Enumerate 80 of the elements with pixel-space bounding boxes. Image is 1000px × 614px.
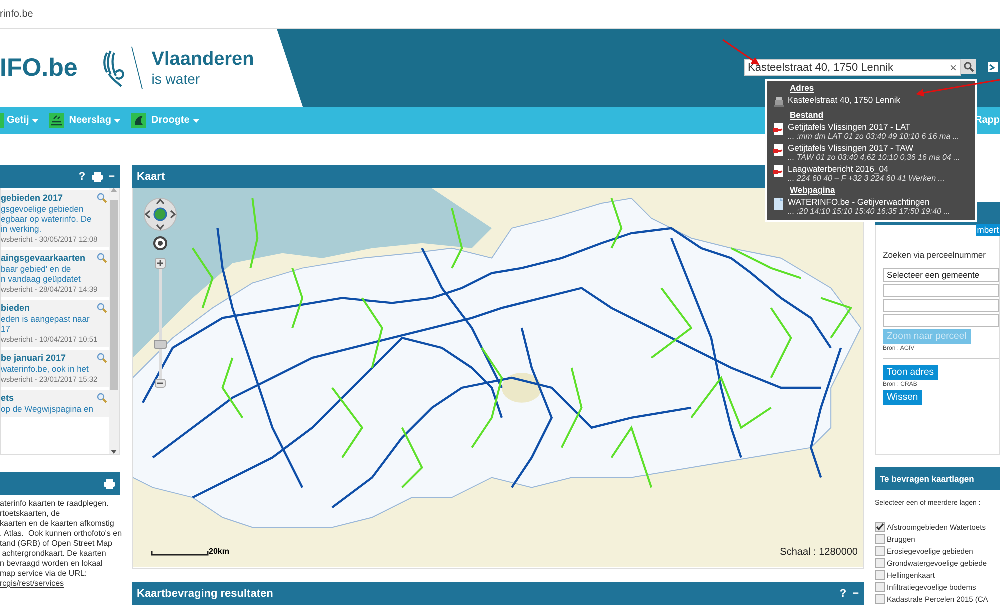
search-icon	[964, 62, 974, 72]
news-title: be januari 2017	[1, 353, 66, 363]
scale-text: Schaal : 1280000	[780, 547, 858, 558]
section-label: Zoeken via perceelnummer	[883, 250, 987, 260]
news-text: eden is aangepast naar 17	[1, 314, 91, 334]
magnifier-icon[interactable]	[97, 303, 107, 313]
result-group-heading: Adres	[790, 83, 816, 93]
checkbox[interactable]	[875, 558, 885, 568]
tagline: is water	[152, 71, 202, 87]
tab-button[interactable]: mbert	[976, 224, 1000, 236]
pdf-icon	[773, 144, 784, 156]
scrollbar[interactable]	[109, 188, 119, 454]
news-title: bieden	[1, 303, 30, 313]
zoom-out-button[interactable]	[155, 379, 166, 388]
clear-button[interactable]: Wissen	[883, 390, 922, 405]
magnifier-icon[interactable]	[97, 393, 107, 403]
news-text: gsgevoelige gebieden egbaar op waterinfo. De in werking.	[1, 204, 93, 234]
print-icon[interactable]	[92, 172, 103, 182]
news-text: baar gebied' en de n vandaag geüpdatet	[1, 264, 82, 284]
news-text: op de Wegwijspagina en	[1, 404, 94, 414]
news-text: waterinfo.be, ook in het	[1, 364, 90, 374]
checkbox[interactable]	[875, 582, 885, 592]
url-text: rinfo.be	[0, 8, 34, 20]
search-result[interactable]: Getijtafels Vlissingen 2017 - TAW ... TAW 01 zo 03:40 4,62 10:10 0,36 16 ma 04 ...	[773, 143, 971, 162]
nav-icon	[0, 113, 4, 128]
collapse-button[interactable]: −	[108, 170, 115, 182]
checkbox[interactable]	[875, 522, 885, 532]
search-button[interactable]	[961, 59, 976, 74]
zoom-in-button[interactable]	[155, 258, 166, 269]
window-icon[interactable]	[988, 61, 998, 73]
magnifier-icon[interactable]	[97, 193, 107, 203]
pan-control-icon[interactable]	[143, 197, 178, 232]
municipality-dropdown[interactable]: Selecteer een gemeente	[883, 268, 999, 282]
scroll-thumb[interactable]	[110, 200, 118, 390]
input-field[interactable]	[883, 314, 999, 327]
caret-icon	[32, 118, 40, 122]
news-title: gebieden 2017	[1, 193, 64, 203]
print-icon[interactable]	[104, 478, 115, 488]
caret-icon	[114, 118, 122, 122]
collapse-button[interactable]: −	[852, 588, 859, 600]
checkbox[interactable]	[875, 534, 885, 544]
input-field[interactable]	[883, 299, 999, 312]
show-address-button[interactable]: Toon adres	[883, 365, 938, 380]
result-group-heading: Webpagina	[790, 185, 836, 195]
search-result[interactable]: Kasteelstraat 40, 1750 Lennik	[773, 95, 971, 108]
clear-button[interactable]: ×	[946, 60, 960, 74]
scroll-down-icon[interactable]	[111, 450, 117, 454]
input-field[interactable]	[883, 284, 999, 297]
checkbox[interactable]	[875, 594, 885, 604]
news-item[interactable]: ets op de Wegwijspagina en	[1, 390, 109, 417]
scale-label: 20km	[209, 547, 230, 556]
result-group-heading: Bestand	[790, 110, 825, 120]
caret-icon	[192, 118, 200, 122]
reset-icon[interactable]	[153, 236, 168, 251]
help-button[interactable]: ?	[840, 588, 847, 600]
search-result[interactable]: WATERINFO.be - Getijverwachtingen ... :20 14:10 15:10 15:40 16:35 17:50 19:40 ...	[773, 197, 971, 216]
document-icon	[773, 198, 784, 210]
search-result[interactable]: Getijtafels Vlissingen 2017 - LAT ... :mm dm LAT 01 zo 03:40 49 10:10 6 16 ma ...	[773, 122, 971, 141]
magnifier-icon[interactable]	[97, 353, 107, 363]
logo-text: IFO.be	[0, 54, 78, 82]
panel-title: Te bevragen kaartlagen	[880, 474, 974, 484]
magnifier-icon[interactable]	[97, 253, 107, 263]
search-field[interactable]: Kasteelstraat 40, 1750 Lennik ×	[744, 59, 961, 76]
nav-icon	[49, 113, 64, 128]
checkbox[interactable]	[875, 570, 885, 580]
printer-icon	[773, 96, 784, 108]
checkbox[interactable]	[875, 546, 885, 556]
brand-title: Vlaanderen	[152, 49, 254, 71]
panel-title: Kaartbevraging resultaten	[137, 588, 274, 600]
pdf-icon	[773, 165, 784, 177]
pdf-icon	[773, 123, 784, 135]
service-link[interactable]: rcgis/rest/services	[0, 579, 64, 588]
search-result[interactable]: Laagwaterbericht 2016_04 ... 224 60 40 – F +32 3 224 60 41 Werken ...	[773, 164, 971, 183]
news-title: ets	[1, 393, 14, 403]
info-paragraph: aterinfo kaarten te raadplegen. rtoetskaarten, de kaarten en de kaarten afkomstig . Atlas. Ook kunnen orthofoto's en tand (GRB) of Open Street Map achtergrondkaart. De kaarten n bevraagd worden en lokaal map service via de URL:	[0, 499, 122, 578]
panel-title: Kaart	[137, 170, 166, 182]
news-title: aingsgevaarkaarten	[1, 253, 86, 263]
nav-icon	[131, 113, 146, 128]
scale-bar	[151, 551, 209, 556]
help-button[interactable]: ?	[78, 170, 86, 182]
